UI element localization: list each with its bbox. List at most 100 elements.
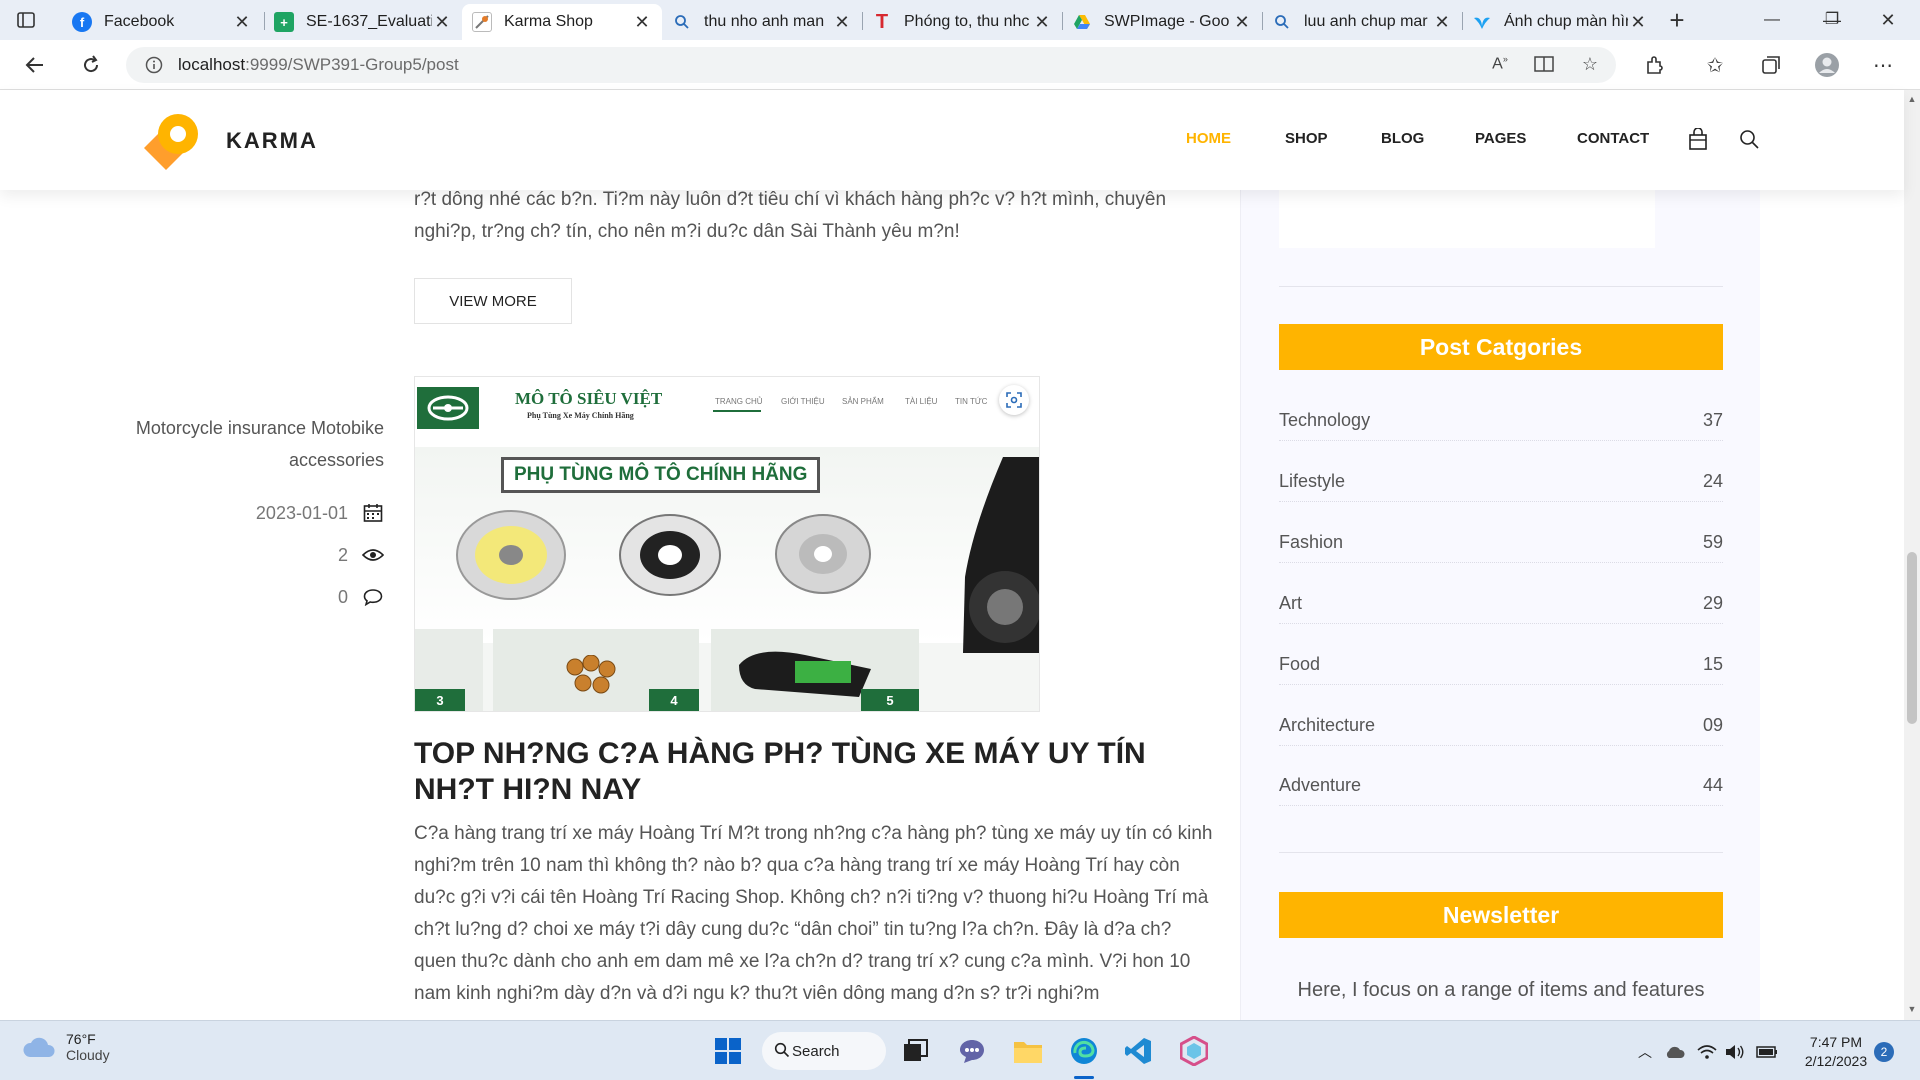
category-item[interactable]: Adventure 44 xyxy=(1279,766,1723,806)
post-title[interactable]: TOP NH?NG C?A HÀNG PH? TÙNG XE MÁY UY TÍ… xyxy=(414,736,1214,808)
clock-time: 7:47 PM xyxy=(1809,1034,1863,1050)
karma-logo-icon xyxy=(144,114,198,170)
newsletter-heading: Newsletter xyxy=(1279,892,1723,938)
brake-disc-icon xyxy=(456,510,566,600)
collections-icon[interactable] xyxy=(1756,50,1786,80)
sheets-icon: + xyxy=(274,12,294,32)
category-count: 09 xyxy=(1702,715,1723,735)
add-favorite-icon[interactable]: ☆ xyxy=(1580,54,1600,74)
favorites-icon[interactable]: ✩ xyxy=(1700,50,1730,80)
search-icon[interactable] xyxy=(1736,126,1762,152)
post-tags[interactable]: Motorcycle insurance Motobike accessorie… xyxy=(130,412,384,476)
category-item[interactable]: Fashion 59 xyxy=(1279,523,1723,563)
site-logo[interactable]: KARMA xyxy=(138,108,318,174)
menu-contact[interactable]: CONTACT xyxy=(1577,130,1649,147)
brake-disc-icon xyxy=(775,514,871,594)
tab-actions-icon[interactable] xyxy=(14,8,38,32)
system-clock[interactable]: 7:47 PM 2/12/2023 xyxy=(1786,1033,1886,1071)
image-nav-item: GIỚI THIỆU xyxy=(781,397,825,406)
bird-icon xyxy=(1472,12,1492,32)
read-aloud-icon[interactable]: A» xyxy=(1490,54,1510,74)
category-count: 37 xyxy=(1702,410,1723,430)
post-comments-value: 0 xyxy=(337,586,348,607)
battery-icon[interactable] xyxy=(1756,1041,1778,1063)
image-brand-logo xyxy=(417,387,479,429)
tab-zoom-article[interactable]: T Phóng to, thu nhc ✕ xyxy=(862,4,1062,40)
tab-google-drive[interactable]: SWPImage - Goo ✕ xyxy=(1062,4,1262,40)
teams-chat-icon[interactable] xyxy=(954,1033,990,1069)
task-view-icon[interactable] xyxy=(898,1033,934,1069)
tab-evaluation-sheet[interactable]: + SE-1637_Evaluatic ✕ xyxy=(264,4,462,40)
close-icon[interactable]: ✕ xyxy=(632,12,652,33)
minimize-button[interactable]: — xyxy=(1752,6,1792,34)
category-count: 29 xyxy=(1702,593,1723,613)
tab-title: Facebook xyxy=(104,13,175,30)
search-icon xyxy=(672,12,692,32)
category-item[interactable]: Technology 37 xyxy=(1279,401,1723,441)
menu-home[interactable]: HOME xyxy=(1186,130,1231,147)
wifi-icon[interactable] xyxy=(1696,1041,1718,1063)
close-icon[interactable]: ✕ xyxy=(1232,12,1252,33)
menu-shop[interactable]: SHOP xyxy=(1285,130,1328,147)
more-options-icon[interactable]: ⋯ xyxy=(1868,50,1898,80)
refresh-button[interactable] xyxy=(76,50,106,80)
tab-karma-shop[interactable]: Karma Shop ✕ xyxy=(462,4,662,40)
file-explorer-icon[interactable] xyxy=(1010,1033,1046,1069)
category-item[interactable]: Lifestyle 24 xyxy=(1279,462,1723,502)
tab-facebook[interactable]: f Facebook ✕ xyxy=(62,4,262,40)
image-nav-item: TIN TỨC xyxy=(955,397,988,406)
info-icon[interactable] xyxy=(144,55,164,75)
close-icon[interactable]: ✕ xyxy=(1432,12,1452,33)
post-featured-image[interactable]: MÔ TÔ SIÊU VIỆT Phụ Tùng Xe Máy Chính Hã… xyxy=(414,376,1040,712)
category-item[interactable]: Food 15 xyxy=(1279,645,1723,685)
tab-screenshot[interactable]: Ảnh chup màn hìr ✕ xyxy=(1462,4,1658,40)
taskbar-search[interactable]: Search xyxy=(762,1032,886,1070)
close-window-button[interactable]: ✕ xyxy=(1868,6,1908,34)
tab-title: Phóng to, thu nhc xyxy=(904,13,1030,30)
category-item[interactable]: Architecture 09 xyxy=(1279,706,1723,746)
chevron-up-icon[interactable]: ︿ xyxy=(1634,1041,1656,1063)
visual-search-icon[interactable] xyxy=(999,385,1029,415)
close-icon[interactable]: ✕ xyxy=(232,12,252,33)
shopping-bag-icon[interactable] xyxy=(1685,126,1711,152)
menu-blog[interactable]: BLOG xyxy=(1381,130,1424,147)
active-app-indicator xyxy=(1074,1076,1094,1079)
close-icon[interactable]: ✕ xyxy=(1032,12,1052,33)
browser-tab-strip: f Facebook ✕ + SE-1637_Evaluatic ✕ Karma… xyxy=(0,0,1920,40)
close-icon[interactable]: ✕ xyxy=(432,12,452,33)
notification-badge[interactable]: 2 xyxy=(1874,1042,1894,1062)
image-site-header xyxy=(415,377,1039,447)
back-button[interactable] xyxy=(20,50,50,80)
restore-button[interactable]: ❐ xyxy=(1812,6,1852,34)
air-filter-icon xyxy=(735,645,875,706)
weather-widget[interactable]: 76°F Cloudy xyxy=(22,1031,110,1063)
tab-search-1[interactable]: thu nho anh man ✕ xyxy=(662,4,862,40)
profile-avatar[interactable] xyxy=(1812,50,1842,80)
page-content: r?t dông nhé các b?n. Ti?m này luôn d?t … xyxy=(0,90,1904,1020)
menu-pages[interactable]: PAGES xyxy=(1475,130,1526,147)
weather-temperature: 76°F xyxy=(66,1031,96,1047)
brake-disc-icon xyxy=(619,514,721,596)
onedrive-icon[interactable] xyxy=(1664,1041,1686,1063)
edge-browser-icon[interactable] xyxy=(1066,1033,1102,1069)
close-icon[interactable]: ✕ xyxy=(832,12,852,33)
category-count: 59 xyxy=(1702,532,1723,552)
view-more-button[interactable]: VIEW MORE xyxy=(414,278,572,324)
new-tab-button[interactable]: + xyxy=(1662,6,1692,36)
previous-post-excerpt: r?t dông nhé các b?n. Ti?m này luôn d?t … xyxy=(414,189,1167,242)
scroll-up-icon[interactable]: ▲ xyxy=(1907,94,1917,104)
start-button[interactable] xyxy=(710,1033,746,1069)
extensions-icon[interactable] xyxy=(1640,50,1670,80)
tab-search-2[interactable]: luu anh chup mar ✕ xyxy=(1262,4,1462,40)
address-bar[interactable]: localhost:9999/SWP391-Group5/post xyxy=(126,47,1616,83)
scroll-down-icon[interactable]: ▼ xyxy=(1907,1004,1917,1014)
scroll-thumb[interactable] xyxy=(1907,552,1917,724)
url-host: localhost xyxy=(178,55,246,74)
app-hexagon-icon[interactable] xyxy=(1176,1033,1212,1069)
vscode-icon[interactable] xyxy=(1120,1033,1156,1069)
page-scrollbar[interactable]: ▲ ▼ xyxy=(1904,90,1920,1020)
immersive-reader-icon[interactable] xyxy=(1534,54,1554,74)
volume-icon[interactable] xyxy=(1724,1041,1746,1063)
category-item[interactable]: Art 29 xyxy=(1279,584,1723,624)
close-icon[interactable]: ✕ xyxy=(1628,12,1648,33)
